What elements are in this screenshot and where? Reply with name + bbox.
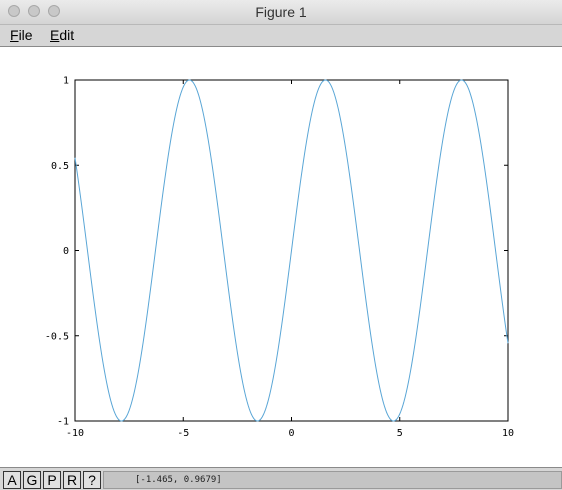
status-bar: A G P R ? [-1.465, 0.9679] [0,467,562,490]
pan-button[interactable]: P [43,471,61,489]
coordinate-readout: [-1.465, 0.9679] [103,471,562,489]
x-tick-label: 10 [502,428,514,439]
menu-file-mnemonic: F [10,27,19,43]
plot-canvas[interactable]: -10 -5 0 5 10 1 0.5 0 -0.5 -1 [0,47,562,467]
rotate-button[interactable]: R [63,471,81,489]
sine-series-line [74,79,509,422]
x-tick-label: -5 [177,428,189,439]
line-chart: -10 -5 0 5 10 1 0.5 0 -0.5 -1 [45,76,514,440]
autoscale-button[interactable]: A [3,471,21,489]
help-button[interactable]: ? [83,471,101,489]
menu-edit[interactable]: Edit [50,25,74,46]
axis-ticks: -10 -5 0 5 10 1 0.5 0 -0.5 -1 [45,76,514,440]
menu-edit-label: dit [59,27,75,43]
y-tick-label: 1 [63,76,69,87]
y-tick-label: -0.5 [45,331,69,342]
menu-file[interactable]: File [10,25,33,46]
y-tick-label: 0 [63,246,69,257]
window-title: Figure 1 [255,4,307,20]
series-layer [74,79,509,422]
y-tick-label: 0.5 [51,161,69,172]
grid-toggle-button[interactable]: G [23,471,41,489]
title-bar: Figure 1 [0,0,562,25]
y-tick-label: -1 [57,417,69,428]
x-tick-label: 5 [397,428,403,439]
menu-file-label: ile [18,27,33,43]
x-tick-label: -10 [66,428,84,439]
menu-edit-mnemonic: E [50,27,60,43]
figure-window: Figure 1 File Edit -10 -5 0 5 10 1 0.5 0 -0.5 -1 … [0,0,562,490]
menu-bar: File Edit [0,25,562,47]
x-tick-label: 0 [288,428,294,439]
